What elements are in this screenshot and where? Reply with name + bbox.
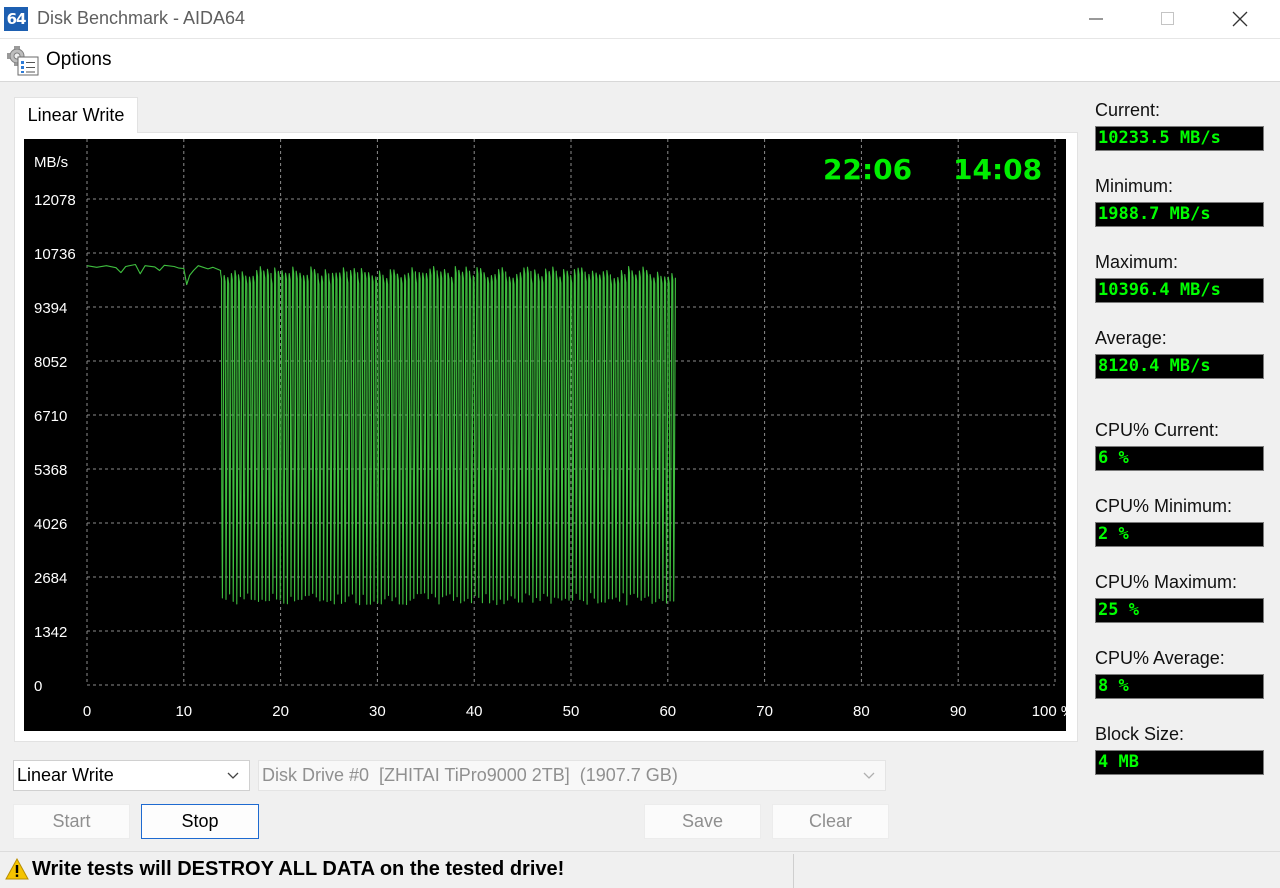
chart-canvas: 0 1342 2684 4026 5368 6710 8052 9394 10736 12078 0… <box>34 139 1066 720</box>
stat-label: Average: <box>1095 328 1167 348</box>
close-icon <box>1232 11 1248 27</box>
status-bar: Write tests will DESTROY ALL DATA on the… <box>0 851 1280 888</box>
y-tick-label: 12078 <box>34 192 76 209</box>
warning-icon <box>5 858 29 880</box>
write-speed-line <box>86 263 676 606</box>
stat-label: Current: <box>1095 100 1161 120</box>
x-tick-label: 100 % <box>1032 703 1066 720</box>
y-tick-label: 10736 <box>34 246 76 263</box>
close-button[interactable] <box>1208 0 1272 38</box>
y-tick-label: 1342 <box>34 624 67 641</box>
chart-series <box>86 263 676 606</box>
stat-value: 8 % <box>1095 674 1264 699</box>
y-tick-label: 0 <box>34 678 42 695</box>
stat-value: 10396.4 MB/s <box>1095 278 1264 303</box>
start-button[interactable]: Start <box>13 804 130 839</box>
clear-button[interactable]: Clear <box>772 804 889 839</box>
maximize-button[interactable] <box>1136 0 1200 38</box>
minimize-icon <box>1089 18 1103 20</box>
test-type-select-value: Linear Write <box>17 765 114 785</box>
y-tick-label: 5368 <box>34 462 67 479</box>
x-tick-label: 0 <box>83 703 91 720</box>
y-axis-unit-label: MB/s <box>34 154 68 171</box>
y-tick-label: 8052 <box>34 354 67 371</box>
stat-label: Block Size: <box>1095 724 1185 744</box>
stat-label: CPU% Minimum: <box>1095 496 1233 516</box>
options-gear-list-icon <box>7 46 39 76</box>
options-menu-label: Options <box>46 49 112 70</box>
stat-value: 2 % <box>1095 522 1264 547</box>
aida64-app-icon: 64 <box>4 7 28 31</box>
x-tick-label: 40 <box>466 703 483 720</box>
x-tick-label: 90 <box>950 703 967 720</box>
stat-value: 8120.4 MB/s <box>1095 354 1264 379</box>
stat-label: CPU% Average: <box>1095 648 1225 668</box>
stat-value: 10233.5 MB/s <box>1095 126 1264 151</box>
status-divider <box>793 854 794 888</box>
stat-value: 4 MB <box>1095 750 1264 775</box>
stat-label: CPU% Current: <box>1095 420 1220 440</box>
x-tick-label: 30 <box>369 703 386 720</box>
x-tick-label: 80 <box>853 703 870 720</box>
stat-value: 1988.7 MB/s <box>1095 202 1264 227</box>
menu-bar: Options <box>0 39 1280 82</box>
chart-grid <box>86 139 1056 686</box>
window-title: Disk Benchmark - AIDA64 <box>37 8 246 28</box>
save-button[interactable]: Save <box>644 804 761 839</box>
maximize-icon <box>1161 12 1174 25</box>
stop-button[interactable]: Stop <box>141 804 259 839</box>
drive-select[interactable]: Disk Drive #0 [ZHITAI TiPro9000 2TB] (19… <box>258 760 886 791</box>
tab-linear-write[interactable]: Linear Write <box>14 97 138 133</box>
y-tick-label: 4026 <box>34 516 67 533</box>
drive-select-value: Disk Drive #0 [ZHITAI TiPro9000 2TB] (19… <box>262 765 678 785</box>
y-tick-label: 6710 <box>34 408 67 425</box>
x-tick-label: 10 <box>175 703 192 720</box>
remaining-time-display: 14:08 <box>953 153 1042 186</box>
y-tick-label: 9394 <box>34 300 67 317</box>
x-tick-label: 70 <box>756 703 773 720</box>
chart-axes: 0 1342 2684 4026 5368 6710 8052 9394 10736 12078 0… <box>34 192 1066 720</box>
chevron-down-icon <box>227 772 239 779</box>
stat-value: 6 % <box>1095 446 1264 471</box>
title-bar: 64 Disk Benchmark - AIDA64 <box>0 0 1280 39</box>
options-menu[interactable]: Options <box>6 44 111 76</box>
stat-label: Maximum: <box>1095 252 1179 272</box>
test-type-select[interactable]: Linear Write <box>13 760 250 791</box>
stat-label: CPU% Maximum: <box>1095 572 1238 592</box>
y-tick-label: 2684 <box>34 570 67 587</box>
x-tick-label: 20 <box>272 703 289 720</box>
stat-value: 25 % <box>1095 598 1264 623</box>
stat-label: Minimum: <box>1095 176 1174 196</box>
x-tick-label: 60 <box>659 703 676 720</box>
elapsed-time-display: 22:06 <box>823 153 912 186</box>
minimize-button[interactable] <box>1064 0 1128 38</box>
chevron-down-icon <box>863 772 875 779</box>
x-tick-label: 50 <box>563 703 580 720</box>
benchmark-chart: 0 1342 2684 4026 5368 6710 8052 9394 10736 12078 0… <box>24 139 1066 731</box>
destroy-data-warning: Write tests will DESTROY ALL DATA on the… <box>32 858 565 880</box>
